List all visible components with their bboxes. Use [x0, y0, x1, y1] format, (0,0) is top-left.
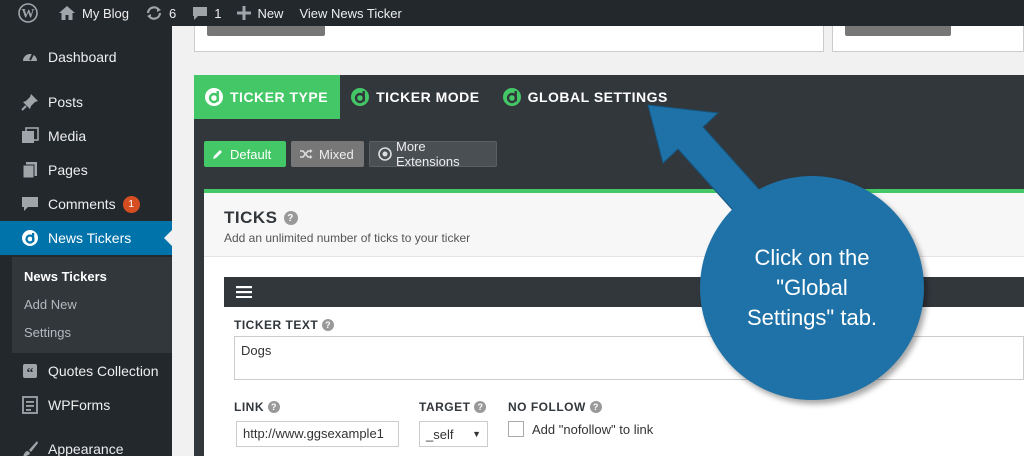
- site-name: My Blog: [82, 5, 129, 21]
- top-settings-box-left: [194, 26, 824, 52]
- nofollow-label-text: NO FOLLOW: [508, 400, 586, 414]
- partial-button-right[interactable]: [845, 26, 951, 36]
- media-icon: [20, 126, 40, 146]
- help-icon[interactable]: ?: [322, 319, 335, 331]
- site-name-link[interactable]: My Blog: [50, 0, 137, 26]
- wp-logo-button[interactable]: W: [0, 0, 50, 26]
- sidebar-item-label: Posts: [48, 94, 84, 110]
- ticker-logo-icon: [20, 228, 40, 248]
- admin-bar: W My Blog 6 1 New View News Ticker: [0, 0, 1024, 26]
- comment-icon: [20, 194, 40, 214]
- sidebar-item-label: Comments: [48, 196, 116, 212]
- link-label-text: LINK: [234, 400, 264, 414]
- help-icon[interactable]: ?: [283, 211, 298, 225]
- tab-global-settings[interactable]: GLOBAL SETTINGS: [492, 75, 680, 119]
- mode-label: More Extensions: [396, 139, 460, 169]
- sidebar-item-quotes-collection[interactable]: “ Quotes Collection: [0, 354, 172, 388]
- mode-default-button[interactable]: Default: [204, 141, 286, 167]
- dropdown-arrow-icon: ▼: [472, 429, 481, 439]
- target-label: TARGET ?: [419, 400, 487, 414]
- sidebar-item-pages[interactable]: Pages: [0, 153, 172, 187]
- help-icon[interactable]: ?: [268, 401, 280, 413]
- svg-text:“: “: [27, 366, 34, 380]
- submenu-add-new[interactable]: Add New: [24, 297, 77, 312]
- ticker-text-label: TICKER TEXT ?: [234, 318, 335, 332]
- sidebar-item-posts[interactable]: Posts: [0, 85, 172, 119]
- sidebar-item-label: Quotes Collection: [48, 363, 159, 379]
- ticker-tab-bar: TICKER TYPE TICKER MODE GLOBAL SETTINGS: [194, 75, 1024, 119]
- sidebar-item-appearance[interactable]: Appearance: [0, 432, 172, 456]
- tab-ticker-type[interactable]: TICKER TYPE: [194, 75, 341, 119]
- ticks-title: TICKS: [224, 208, 278, 227]
- tab-label: GLOBAL SETTINGS: [527, 89, 668, 105]
- plus-icon: [237, 6, 252, 20]
- nofollow-checkbox[interactable]: [508, 421, 524, 437]
- callout-text: Click on the "Global Settings" tab.: [746, 245, 878, 330]
- tab-label: TICKER MODE: [376, 89, 480, 105]
- submenu-settings[interactable]: Settings: [24, 325, 71, 340]
- nofollow-checkbox-label: Add "nofollow" to link: [532, 422, 654, 437]
- tab-label: TICKER TYPE: [230, 89, 329, 105]
- sidebar-item-label: News Tickers: [48, 230, 132, 246]
- sidebar-item-dashboard[interactable]: Dashboard: [0, 40, 172, 74]
- nofollow-label: NO FOLLOW ?: [508, 400, 602, 414]
- ticker-logo-icon: [350, 87, 370, 107]
- updates-count: 6: [168, 5, 177, 21]
- forms-icon: [20, 395, 40, 415]
- view-ticker-link[interactable]: View News Ticker: [291, 0, 409, 26]
- extension-circle-icon: [378, 147, 392, 161]
- more-extensions-button[interactable]: More Extensions: [369, 139, 497, 169]
- updates-link[interactable]: 6: [137, 0, 184, 26]
- new-label: New: [257, 5, 284, 21]
- partial-button-left[interactable]: [207, 26, 325, 36]
- target-label-text: TARGET: [419, 400, 471, 414]
- comment-icon: [192, 5, 208, 21]
- shuffle-icon: [299, 148, 313, 160]
- sidebar-item-comments[interactable]: Comments 1: [0, 187, 172, 221]
- ticks-subtitle: Add an unlimited number of ticks to your…: [224, 231, 471, 245]
- comments-badge: 1: [122, 195, 140, 213]
- refresh-icon: [145, 5, 163, 21]
- instruction-callout: Click on the "Global Settings" tab.: [700, 176, 924, 400]
- ticker-text-label-text: TICKER TEXT: [234, 318, 319, 332]
- link-label: LINK ?: [234, 400, 280, 414]
- tab-ticker-mode[interactable]: TICKER MODE: [340, 75, 492, 119]
- sidebar-item-label: Dashboard: [48, 49, 117, 65]
- pages-icon: [20, 160, 40, 180]
- target-select[interactable]: _self ▼: [419, 421, 488, 447]
- mode-label: Mixed: [319, 146, 354, 162]
- comments-link[interactable]: 1: [184, 0, 229, 26]
- target-selected-value: _self: [426, 426, 454, 442]
- sidebar-item-label: Media: [48, 128, 87, 144]
- mode-mixed-button[interactable]: Mixed: [291, 141, 364, 167]
- help-icon[interactable]: ?: [589, 401, 602, 413]
- pencil-icon: [212, 148, 224, 160]
- submenu-news-tickers[interactable]: News Tickers: [24, 269, 107, 284]
- ticks-title-row: TICKS ?: [224, 208, 298, 228]
- quote-icon: “: [20, 361, 40, 381]
- help-icon[interactable]: ?: [474, 401, 487, 413]
- sidebar-item-label: Pages: [48, 162, 88, 178]
- svg-text:W: W: [22, 6, 35, 21]
- sidebar-item-label: WPForms: [48, 397, 111, 413]
- mode-label: Default: [230, 146, 272, 162]
- wordpress-icon: W: [18, 3, 38, 23]
- pin-icon: [20, 92, 40, 112]
- sidebar-item-news-tickers[interactable]: News Tickers: [0, 221, 172, 255]
- brush-icon: [20, 439, 40, 456]
- sidebar-item-label: Appearance: [48, 441, 124, 456]
- sidebar-item-media[interactable]: Media: [0, 119, 172, 153]
- new-content-link[interactable]: New: [229, 0, 291, 26]
- view-label: View News Ticker: [299, 5, 402, 21]
- ticker-logo-icon: [204, 87, 224, 107]
- home-icon: [58, 5, 76, 21]
- dashboard-icon: [20, 47, 40, 67]
- top-settings-box-right: [832, 26, 1024, 52]
- comments-count: 1: [214, 5, 222, 21]
- link-input[interactable]: http://www.ggsexample1: [236, 421, 399, 447]
- sidebar-item-wpforms[interactable]: WPForms: [0, 388, 172, 422]
- hamburger-icon[interactable]: [236, 286, 252, 298]
- ticker-logo-icon: [502, 87, 522, 107]
